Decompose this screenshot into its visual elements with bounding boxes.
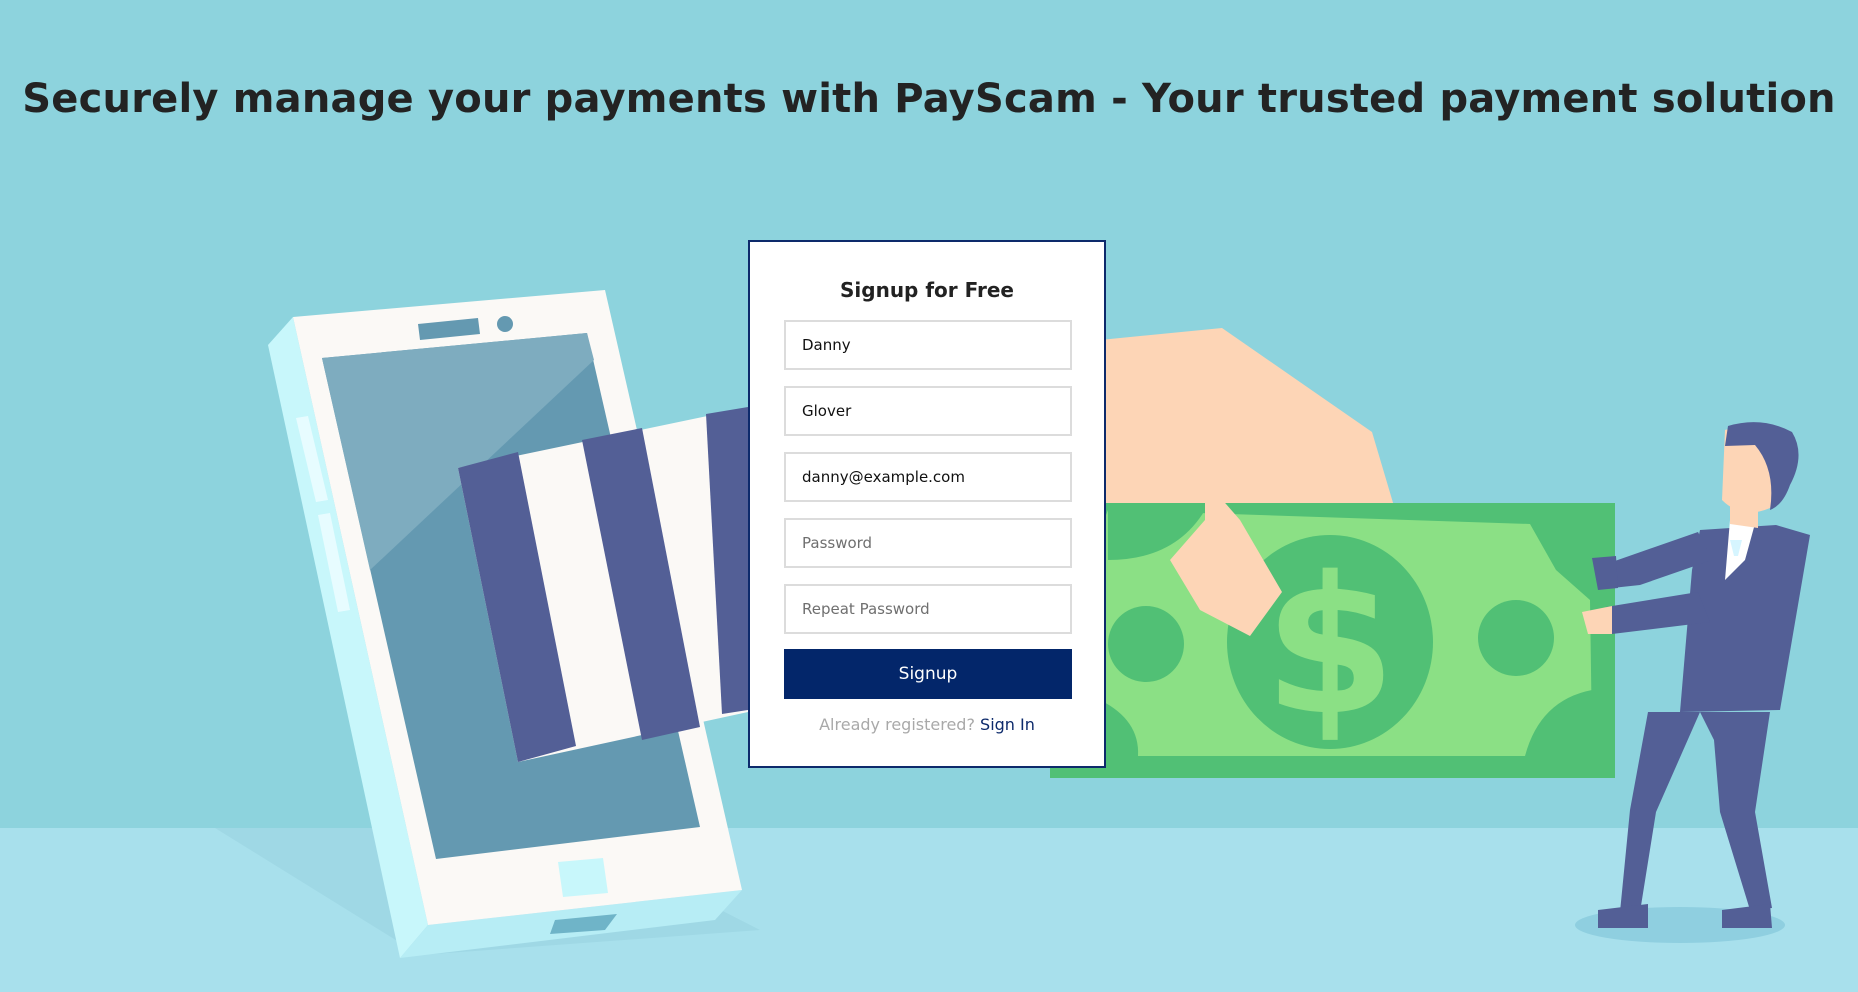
banknote-right-dot [1478,600,1554,676]
man-right-shoe [1722,904,1772,928]
email-field[interactable] [784,452,1072,502]
first-name-field[interactable] [784,320,1072,370]
repeat-password-field[interactable] [784,584,1072,634]
man-right-leg [1700,712,1772,910]
signup-card: Signup for Free Signup Already registere… [748,240,1106,768]
page-headline: Securely manage your payments with PaySc… [22,76,1836,122]
signup-button[interactable]: Signup [784,649,1072,699]
phone-home-button [558,858,608,897]
signup-title: Signup for Free [840,278,1014,302]
dollar-sign-icon: $ [1264,536,1396,757]
man-left-shoe [1598,904,1648,928]
password-field[interactable] [784,518,1072,568]
sign-in-prompt: Already registered? Sign In [750,715,1104,734]
sign-in-link[interactable]: Sign In [980,715,1035,734]
phone-camera [497,316,513,332]
last-name-field[interactable] [784,386,1072,436]
man-left-leg [1620,712,1700,912]
already-registered-text: Already registered? [819,715,975,734]
banknote-left-dot [1108,606,1184,682]
banknote-illustration: $ [1050,503,1615,778]
